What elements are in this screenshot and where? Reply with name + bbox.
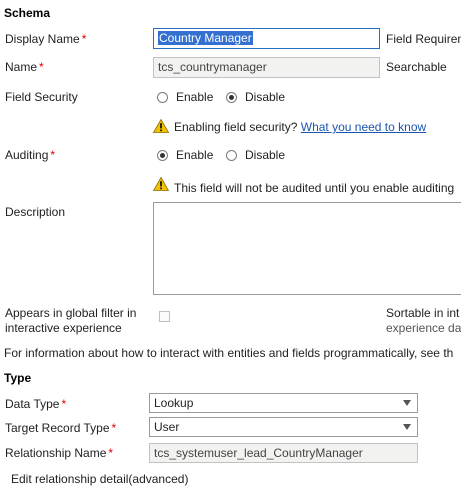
data-type-label-text: Data Type — [5, 397, 60, 411]
name-value: tcs_countrymanager — [158, 60, 267, 74]
warning-icon — [153, 177, 169, 191]
global-filter-label-line2: interactive experience — [5, 321, 122, 335]
field-security-warning: Enabling field security? What you need t… — [174, 120, 426, 134]
chevron-down-icon — [403, 400, 411, 406]
relationship-name-value: tcs_systemuser_lead_CountryManager — [154, 446, 363, 460]
required-asterisk: * — [111, 421, 117, 435]
required-asterisk: * — [81, 32, 87, 46]
target-record-type-value: User — [154, 420, 180, 434]
field-requirement-label: Field Requiren — [386, 32, 461, 46]
what-you-need-to-know-link[interactable]: What you need to know — [301, 120, 426, 134]
field-security-warning-text: Enabling field security? — [174, 120, 298, 134]
global-filter-label-line1: Appears in global filter in — [5, 306, 137, 320]
sortable-label-line1: Sortable in int — [386, 306, 460, 320]
auditing-disable-radio[interactable] — [226, 150, 237, 161]
schema-header: Schema — [4, 6, 51, 20]
edit-relationship-link[interactable]: Edit relationship detail(advanced) — [11, 472, 188, 486]
relationship-name-label-text: Relationship Name — [5, 446, 107, 460]
programmatic-info-text: For information about how to interact wi… — [4, 346, 454, 360]
description-label: Description — [5, 205, 66, 219]
field-security-enable-label[interactable]: Enable — [176, 90, 213, 104]
data-type-select[interactable]: Lookup — [149, 393, 418, 413]
field-security-enable-radio[interactable] — [157, 92, 168, 103]
target-record-type-label-text: Target Record Type — [5, 421, 110, 435]
field-security-disable-radio[interactable] — [226, 92, 237, 103]
name-label-text: Name — [5, 60, 38, 74]
display-name-value: Country Manager — [158, 31, 253, 45]
required-asterisk: * — [39, 60, 44, 74]
name-input[interactable]: tcs_countrymanager — [153, 57, 380, 78]
display-name-label-text: Display Name — [5, 32, 80, 46]
auditing-disable-label[interactable]: Disable — [245, 148, 285, 162]
warning-icon — [153, 119, 169, 133]
display-name-input[interactable]: Country Manager — [153, 28, 380, 49]
data-type-label: Data Type * — [5, 397, 66, 411]
display-name-label: Display Name * — [5, 32, 86, 46]
target-record-type-select[interactable]: User — [149, 417, 418, 437]
sortable-label-line2: experience da — [386, 321, 461, 335]
type-header: Type — [4, 371, 32, 385]
relationship-name-input[interactable]: tcs_systemuser_lead_CountryManager — [149, 443, 418, 463]
description-textarea[interactable] — [153, 202, 461, 295]
global-filter-checkbox[interactable] — [159, 311, 170, 322]
field-security-label: Field Security — [5, 90, 78, 104]
relationship-name-label: Relationship Name * — [5, 446, 113, 460]
data-type-value: Lookup — [154, 396, 194, 410]
auditing-label: Auditing * — [5, 148, 55, 162]
field-security-disable-label[interactable]: Disable — [245, 90, 285, 104]
name-label: Name * — [5, 60, 44, 74]
searchable-label: Searchable — [386, 60, 447, 74]
global-filter-label: Appears in global filter in interactive … — [5, 306, 136, 336]
auditing-warning-text: This field will not be audited until you… — [174, 181, 455, 195]
chevron-down-icon — [403, 424, 411, 430]
auditing-enable-label[interactable]: Enable — [176, 148, 213, 162]
target-record-type-label: Target Record Type * — [5, 421, 116, 435]
auditing-label-text: Auditing — [5, 148, 49, 162]
required-asterisk: * — [50, 148, 56, 162]
sortable-label: Sortable in int experience da — [386, 306, 461, 336]
auditing-enable-radio[interactable] — [157, 150, 168, 161]
required-asterisk: * — [108, 446, 114, 460]
required-asterisk: * — [61, 397, 67, 411]
